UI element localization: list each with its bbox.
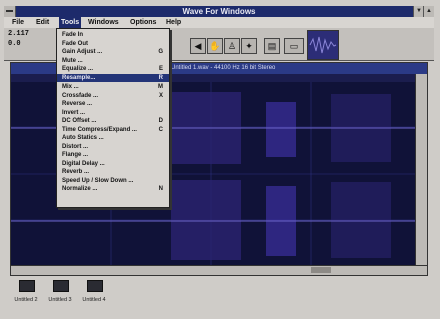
menu-item-crossfade[interactable]: Crossfade ... X bbox=[57, 92, 169, 101]
menu-item-mute[interactable]: Mute ... bbox=[57, 57, 169, 66]
marker-icon[interactable]: ✦ bbox=[241, 38, 257, 54]
menu-item-label: DC Offset ... bbox=[62, 118, 97, 124]
menu-item-flange[interactable]: Flange ... bbox=[57, 151, 169, 160]
menu-item-shortcut: M bbox=[158, 84, 163, 90]
vertical-scrollbar[interactable] bbox=[415, 74, 427, 266]
maximize-icon[interactable]: ▲ bbox=[423, 6, 434, 17]
menu-item-label: Digital Delay ... bbox=[62, 160, 105, 167]
menu-edit[interactable]: Edit bbox=[34, 17, 51, 28]
menu-item-shortcut: D bbox=[158, 118, 163, 124]
menu-item-fade-in[interactable]: Fade In bbox=[57, 31, 169, 40]
menu-bar: File Edit Tools Windows Options Help bbox=[4, 17, 434, 28]
disk-icon[interactable]: ▤ bbox=[264, 38, 280, 54]
menu-item-speed-up-slow-down[interactable]: Speed Up / Slow Down ... bbox=[57, 177, 169, 186]
horizontal-scrollbar[interactable] bbox=[11, 265, 427, 275]
menu-item-label: Fade Out bbox=[62, 40, 89, 47]
menu-item-label: Mute ... bbox=[62, 57, 83, 64]
menu-item-equalize[interactable]: Equalize ... E bbox=[57, 65, 169, 74]
scroll-thumb[interactable] bbox=[311, 267, 331, 273]
menu-item-resample[interactable]: Resample... R bbox=[57, 73, 169, 82]
options-icon[interactable]: ▭ bbox=[284, 38, 304, 54]
wave-file-icon bbox=[19, 280, 35, 292]
app-title-bar[interactable]: Wave For Windows ▼ ▲ bbox=[4, 6, 434, 17]
menu-windows[interactable]: Windows bbox=[86, 17, 121, 28]
menu-item-shortcut: C bbox=[158, 126, 163, 133]
menu-item-gain-adjust[interactable]: Gain Adjust ... G bbox=[57, 48, 169, 57]
tools-menu: Fade In Fade Out Gain Adjust ... G Mute .… bbox=[56, 28, 170, 208]
menu-item-label: Auto Statics ... bbox=[62, 135, 104, 141]
menu-item-label: Flange ... bbox=[62, 152, 89, 158]
menu-item-label: Normalize ... bbox=[62, 186, 98, 192]
menu-item-invert[interactable]: Invert ... bbox=[57, 109, 169, 118]
menu-item-label: Invert ... bbox=[62, 109, 86, 116]
app-title: Wave For Windows bbox=[182, 7, 256, 16]
person-icon[interactable]: ♙ bbox=[224, 38, 240, 54]
menu-item-label: Resample... bbox=[62, 74, 96, 81]
minimized-label: Untitled 3 bbox=[48, 297, 72, 303]
menu-item-shortcut: N bbox=[158, 186, 163, 192]
menu-item-label: Mix ... bbox=[62, 84, 79, 90]
menu-item-label: Distort ... bbox=[62, 143, 89, 150]
level-readout: 0.0 bbox=[8, 40, 21, 48]
screen: Wave For Windows ▼ ▲ File Edit Tools Win… bbox=[0, 0, 440, 319]
menu-item-label: Speed Up / Slow Down ... bbox=[62, 177, 134, 184]
menu-item-shortcut: E bbox=[158, 66, 163, 72]
menu-item-shortcut: G bbox=[158, 49, 163, 55]
menu-item-distort[interactable]: Distort ... bbox=[57, 143, 169, 152]
menu-item-shortcut: X bbox=[158, 92, 163, 99]
waveform-thumbnail-icon[interactable] bbox=[307, 30, 339, 60]
menu-item-time-compress[interactable]: Time Compress/Expand ... C bbox=[57, 126, 169, 135]
menu-help[interactable]: Help bbox=[164, 17, 183, 28]
menu-item-dc-offset[interactable]: DC Offset ... D bbox=[57, 117, 169, 126]
wave-file-icon bbox=[53, 280, 69, 292]
menu-item-label: Fade In bbox=[62, 32, 84, 38]
menu-item-digital-delay[interactable]: Digital Delay ... bbox=[57, 160, 169, 169]
minimized-label: Untitled 2 bbox=[14, 297, 38, 303]
menu-item-label: Reverse ... bbox=[62, 101, 93, 107]
menu-item-label: Time Compress/Expand ... bbox=[62, 126, 137, 133]
system-menu-icon[interactable] bbox=[4, 6, 16, 17]
menu-item-reverb[interactable]: Reverb ... bbox=[57, 168, 169, 177]
menu-tools[interactable]: Tools bbox=[59, 17, 82, 28]
wave-file-icon bbox=[87, 280, 103, 292]
position-readout: 2.117 bbox=[8, 30, 30, 38]
menu-item-reverse[interactable]: Reverse ... bbox=[57, 100, 169, 109]
menu-item-fade-out[interactable]: Fade Out bbox=[57, 40, 169, 49]
minimized-windows: Untitled 2 Untitled 3 Untitled 4 bbox=[10, 280, 130, 310]
menu-file[interactable]: File bbox=[10, 17, 26, 28]
thumbnail-wave-graphic bbox=[309, 36, 337, 54]
document-title: Untitled 1.wav - 44100 Hz 16 bit Stereo bbox=[171, 65, 276, 71]
menu-item-label: Gain Adjust ... bbox=[62, 49, 103, 55]
menu-item-label: Crossfade ... bbox=[62, 92, 99, 99]
menu-item-mix[interactable]: Mix ... M bbox=[57, 83, 169, 92]
speaker-icon[interactable]: ◀ bbox=[190, 38, 206, 54]
menu-item-auto-statics[interactable]: Auto Statics ... bbox=[57, 134, 169, 143]
menu-item-label: Equalize ... bbox=[62, 66, 94, 72]
menu-item-label: Reverb ... bbox=[62, 169, 90, 175]
menu-item-normalize[interactable]: Normalize ... N bbox=[57, 185, 169, 194]
minimized-label: Untitled 4 bbox=[82, 297, 106, 303]
menu-options[interactable]: Options bbox=[128, 17, 158, 28]
menu-item-shortcut: R bbox=[158, 74, 163, 81]
hand-icon[interactable]: ✋ bbox=[207, 38, 223, 54]
